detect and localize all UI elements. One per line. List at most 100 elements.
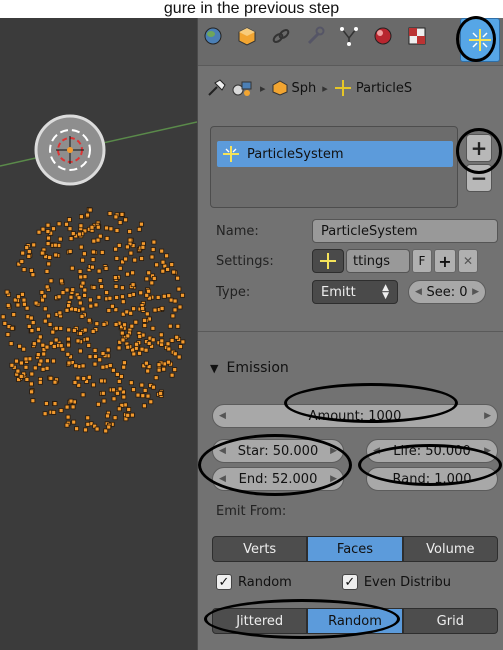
amount-value: Amount: 1000 [308,408,402,424]
emit-from-faces-button[interactable]: Faces [307,536,403,562]
end-field[interactable]: ◀ End: 52.000 ▶ [212,467,344,491]
random-lifetime-field[interactable]: Rand: 1.000 [366,467,498,491]
list-item[interactable]: ParticleSystem [217,141,453,167]
start-value: Star: 50.000 [237,443,319,459]
name-value: ParticleSystem [321,223,418,239]
decrement-arrow-icon[interactable]: ◀ [373,446,380,456]
add-particle-system-button[interactable]: + [466,134,492,162]
breadcrumb: ▸ Sph ▸ ParticleS [206,75,503,101]
material-icon[interactable] [368,22,398,50]
seed-value: See: 0 [426,284,468,300]
world-icon[interactable] [198,22,228,50]
emit-from-verts-button[interactable]: Verts [212,536,308,562]
settings-browse-button[interactable] [312,249,344,273]
object-icon [272,80,288,96]
even-distribution-label: Even Distribu [363,574,452,590]
increment-arrow-icon[interactable]: ▶ [484,446,491,456]
type-label: Type: [216,284,251,300]
distribution-jittered-label: Jittered [236,613,284,629]
lifetime-value: Life: 50.000 [393,443,471,459]
even-distribution-checkbox[interactable]: ✓ Even Distribu [341,574,452,590]
panel-divider [198,331,503,332]
start-field[interactable]: ◀ Star: 50.000 ▶ [212,439,344,463]
emission-panel-header[interactable]: ▼ Emission [210,355,500,381]
particles-icon [223,146,239,162]
name-label: Name: [216,223,259,239]
random-lifetime-value: Rand: 1.000 [392,471,472,487]
random-checkbox-label: Random [238,574,292,590]
emit-from-verts-label: Verts [243,541,277,557]
emit-checkbox-row: ✓ Random ✓ Even Distribu [216,571,502,593]
object-data-icon[interactable] [334,22,364,50]
unlink-settings-button[interactable]: ✕ [458,249,478,273]
scene-icon [232,79,254,97]
list-item-label: ParticleSystem [247,146,344,162]
random-checkbox[interactable]: ✓ Random [216,574,292,590]
end-value: End: 52.000 [238,471,318,487]
checkmark-icon[interactable]: ✓ [216,574,232,590]
decrement-arrow-icon[interactable]: ◀ [415,287,422,297]
distribution-selector: Jittered Random Grid [212,608,498,634]
emission-title: Emission [226,360,289,376]
particle-type-dropdown[interactable]: Emitt ▲ ▼ [312,280,398,304]
decrement-arrow-icon[interactable]: ◀ [219,411,226,421]
particles-icon [469,29,491,51]
breadcrumb-particles: ParticleS [334,79,412,97]
lifetime-field[interactable]: ◀ Life: 50.000 ▶ [366,439,498,463]
distribution-random-label: Random [328,613,382,629]
name-field[interactable]: ParticleSystem [312,219,498,243]
seed-field[interactable]: ◀ See: 0 ▶ [408,280,486,304]
name-row: Name: ParticleSystem [216,218,498,244]
settings-label: Settings: [216,253,274,269]
decrement-arrow-icon[interactable]: ◀ [219,446,226,456]
particle-system-list[interactable]: ParticleSystem [210,126,458,208]
particles-icon [320,253,336,269]
breadcrumb-separator: ▸ [260,81,266,95]
particle-cloud [0,207,186,434]
updown-arrows-icon: ▲ ▼ [382,283,389,301]
close-icon: ✕ [462,254,474,268]
emit-from-volume-button[interactable]: Volume [402,536,498,562]
modifier-wrench-icon[interactable] [300,22,330,50]
increment-arrow-icon[interactable]: ▶ [330,446,337,456]
pin-icon[interactable] [206,79,226,97]
tutorial-caption: gure in the previous step [0,0,503,18]
emit-from-volume-label: Volume [426,541,475,557]
collapse-triangle-icon[interactable]: ▼ [210,362,218,375]
distribution-grid-label: Grid [436,613,464,629]
emit-from-faces-label: Faces [336,541,374,557]
settings-row: Settings: ttings F + ✕ [216,248,478,274]
breadcrumb-object-label: Sph [291,80,317,96]
breadcrumb-particles-label: ParticleS [355,80,413,96]
breadcrumb-separator: ▸ [322,81,328,95]
amount-field[interactable]: ◀ Amount: 1000 ▶ [212,404,498,428]
distribution-jittered-button[interactable]: Jittered [212,608,308,634]
settings-name-field[interactable]: ttings [346,249,410,273]
breadcrumb-object: Sph [272,80,317,96]
increment-arrow-icon[interactable]: ▶ [484,411,491,421]
plus-icon: + [438,251,452,271]
emit-from-label: Emit From: [216,504,287,519]
particles-icon [334,80,351,96]
type-row: Type: Emitt ▲ ▼ ◀ See: 0 ▶ [216,279,486,305]
3d-viewport[interactable] [0,18,197,650]
new-settings-button[interactable]: + [434,249,456,273]
distribution-grid-button[interactable]: Grid [402,608,498,634]
increment-arrow-icon[interactable]: ▶ [330,474,337,484]
particle-type-value: Emitt [321,284,356,300]
settings-value: ttings [353,253,391,269]
distribution-random-button[interactable]: Random [307,608,403,634]
constraints-icon[interactable] [266,22,296,50]
fake-user-label: F [418,254,426,268]
decrement-arrow-icon[interactable]: ◀ [219,474,226,484]
emit-from-selector: Verts Faces Volume [212,536,498,562]
viewport-scene [0,114,197,434]
remove-particle-system-button[interactable]: − [466,164,492,192]
checkmark-icon[interactable]: ✓ [341,574,358,590]
increment-arrow-icon[interactable]: ▶ [472,287,479,297]
fake-user-button[interactable]: F [412,249,432,273]
texture-icon[interactable] [402,22,432,50]
particles-tab[interactable] [460,18,500,62]
object-icon[interactable] [232,22,262,50]
emitter-sphere-icon [34,114,106,186]
